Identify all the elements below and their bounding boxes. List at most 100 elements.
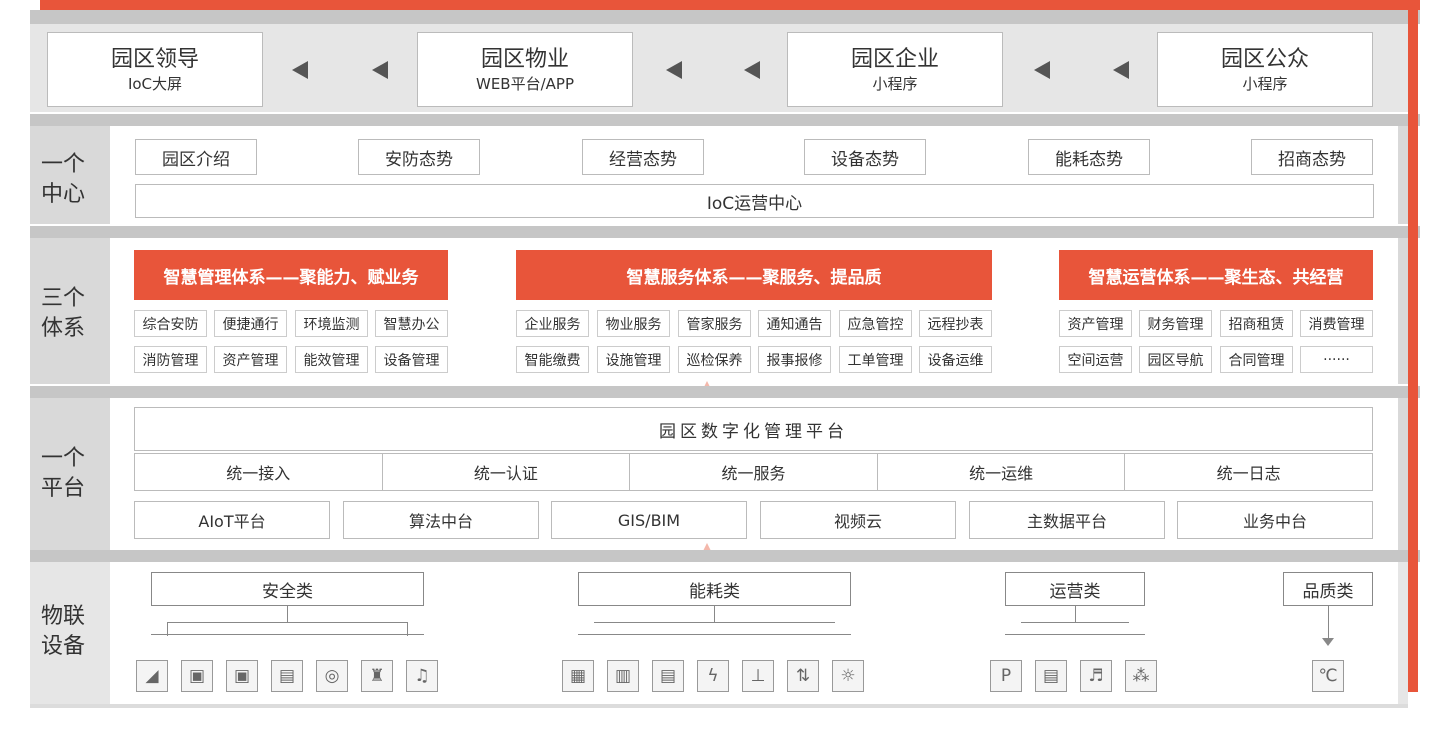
water-meter-icon: ▥ xyxy=(607,660,639,692)
level-label-devices: 物联 设备 xyxy=(40,604,85,659)
center-tag: 招商态势 xyxy=(1251,139,1373,175)
platform-module: 业务中台 xyxy=(1177,501,1373,539)
arrow-left-icon xyxy=(744,61,760,79)
platform-module: GIS/BIM xyxy=(551,501,747,539)
intercom-icon: ▤ xyxy=(271,660,303,692)
category-security: 安全类 xyxy=(151,572,424,606)
client-box-leader: 园区领导 IoC大屏 xyxy=(47,32,263,107)
tree-line xyxy=(287,606,288,622)
bottom-plate-edge xyxy=(30,704,1408,708)
client-sub: 小程序 xyxy=(872,74,918,93)
tree-line xyxy=(167,622,408,623)
unified-item: 统一认证 xyxy=(383,454,631,490)
system-item: 设施管理 xyxy=(597,346,670,373)
level-label-systems: 三个 体系 xyxy=(40,286,85,341)
system-item: 巡检保养 xyxy=(678,346,751,373)
system-item: 园区导航 xyxy=(1139,346,1212,373)
system-item: 设备运维 xyxy=(919,346,992,373)
tree-line xyxy=(1021,622,1129,623)
unified-item: 统一运维 xyxy=(878,454,1126,490)
access-card-icon: ▣ xyxy=(181,660,213,692)
ac-unit-icon: ▤ xyxy=(652,660,684,692)
system-item: 报事报修 xyxy=(758,346,831,373)
center-tag: 园区介绍 xyxy=(135,139,257,175)
system-item: 能效管理 xyxy=(295,346,368,373)
system-item: 招商租赁 xyxy=(1220,310,1293,337)
tree-line xyxy=(714,606,715,622)
system-head-service: 智慧服务体系——聚服务、提品质 xyxy=(516,250,992,300)
crowd-icon: ⁂ xyxy=(1125,660,1157,692)
system-item: 综合安防 xyxy=(134,310,207,337)
tree-line xyxy=(594,622,835,623)
alarm-bell-icon: ♫ xyxy=(406,660,438,692)
arrow-left-icon xyxy=(1113,61,1129,79)
arrow-left-icon xyxy=(666,61,682,79)
tree-line xyxy=(151,634,424,635)
platform-layer-side xyxy=(1408,378,1418,550)
unified-item: 统一服务 xyxy=(630,454,878,490)
platform-module: AIoT平台 xyxy=(134,501,330,539)
ioc-operation-center-bar: IoC运营中心 xyxy=(135,184,1374,218)
top-plate-edge xyxy=(30,10,1420,24)
devices-plate-edge xyxy=(30,550,1420,562)
level-label-center: 一个 中心 xyxy=(40,152,85,207)
client-box-enterprise: 园区企业 小程序 xyxy=(787,32,1003,107)
center-tag: 安防态势 xyxy=(358,139,480,175)
system-item: 空间运营 xyxy=(1059,346,1132,373)
system-item: 便捷通行 xyxy=(214,310,287,337)
client-title: 园区领导 xyxy=(110,46,199,72)
system-item: 财务管理 xyxy=(1139,310,1212,337)
category-quality: 品质类 xyxy=(1283,572,1373,606)
center-plate-edge xyxy=(30,114,1420,126)
arrow-down-icon xyxy=(1322,638,1334,646)
client-title: 园区物业 xyxy=(480,46,569,72)
tree-line xyxy=(1075,606,1076,622)
platform-module: 算法中台 xyxy=(343,501,539,539)
category-operation: 运营类 xyxy=(1005,572,1145,606)
system-head-operation: 智慧运营体系——聚生态、共经营 xyxy=(1059,250,1373,300)
electric-meter-icon: ▦ xyxy=(562,660,594,692)
system-item: 企业服务 xyxy=(516,310,589,337)
thermometer-icon: ℃ xyxy=(1312,660,1344,692)
power-cabinet-icon: ϟ xyxy=(697,660,729,692)
system-item: 应急管控 xyxy=(839,310,912,337)
system-item: 资产管理 xyxy=(214,346,287,373)
level-label-platform: 一个 平台 xyxy=(40,446,85,501)
system-item: 消费管理 xyxy=(1300,310,1373,337)
center-tag: 设备态势 xyxy=(804,139,926,175)
client-box-property: 园区物业 WEB平台/APP xyxy=(417,32,633,107)
top-accent-strip xyxy=(40,0,1420,10)
system-item: 通知通告 xyxy=(758,310,831,337)
screen-icon: ▤ xyxy=(1035,660,1067,692)
light-sensor-icon: ☼ xyxy=(832,660,864,692)
parking-icon: P xyxy=(990,660,1022,692)
system-item: 物业服务 xyxy=(597,310,670,337)
system-item: ······ xyxy=(1300,346,1373,373)
platform-plate-edge xyxy=(30,386,1420,398)
center-tag: 经营态势 xyxy=(582,139,704,175)
client-sub: 小程序 xyxy=(1242,74,1288,93)
elevator-icon: ⇅ xyxy=(787,660,819,692)
platform-title: 园区数字化管理平台 xyxy=(134,407,1373,451)
system-item: 智能缴费 xyxy=(516,346,589,373)
client-title: 园区企业 xyxy=(850,46,939,72)
system-item: 消防管理 xyxy=(134,346,207,373)
door-lock-icon: ▣ xyxy=(226,660,258,692)
arrow-left-icon xyxy=(1034,61,1050,79)
system-item: 工单管理 xyxy=(839,346,912,373)
center-tag: 能耗态势 xyxy=(1028,139,1150,175)
arrow-left-icon xyxy=(372,61,388,79)
valve-icon: ⊥ xyxy=(742,660,774,692)
tree-line xyxy=(578,634,851,635)
tree-line xyxy=(1005,634,1145,635)
client-sub: WEB平台/APP xyxy=(475,74,574,93)
system-item: 设备管理 xyxy=(375,346,448,373)
systems-plate-edge xyxy=(30,226,1420,238)
unified-row: 统一接入 统一认证 统一服务 统一运维 统一日志 xyxy=(134,453,1373,491)
platform-module: 视频云 xyxy=(760,501,956,539)
client-box-public: 园区公众 小程序 xyxy=(1157,32,1373,107)
client-title: 园区公众 xyxy=(1220,46,1309,72)
category-energy: 能耗类 xyxy=(578,572,851,606)
location-icon: ◎ xyxy=(316,660,348,692)
hydrant-icon: ♜ xyxy=(361,660,393,692)
